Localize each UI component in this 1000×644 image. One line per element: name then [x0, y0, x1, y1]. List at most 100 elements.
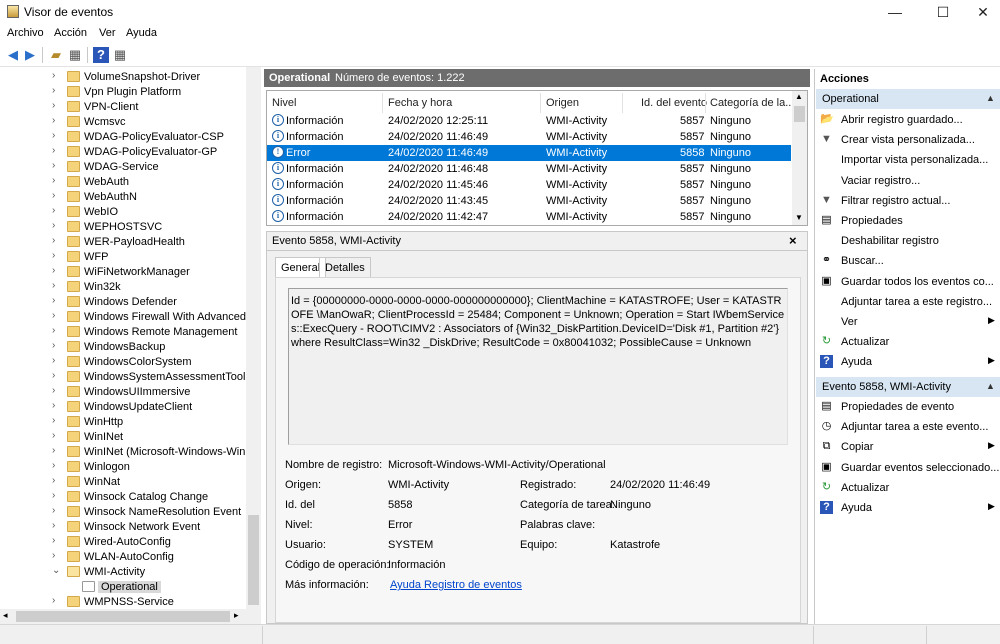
- tree-item-wer-payloadhealth[interactable]: › WER-PayloadHealth: [0, 235, 246, 250]
- collapsed-chevron-icon[interactable]: ›: [52, 475, 55, 486]
- collapsed-chevron-icon[interactable]: ›: [52, 400, 55, 411]
- collapsed-chevron-icon[interactable]: ›: [52, 265, 55, 276]
- actions-section-operational[interactable]: Operational ▲: [816, 89, 1000, 109]
- tree-item-winlogon[interactable]: › Winlogon: [0, 460, 246, 475]
- collapsed-chevron-icon[interactable]: ›: [52, 415, 55, 426]
- action-guardar-eventos-seleccionado[interactable]: ▣ Guardar eventos seleccionado...: [815, 458, 1000, 478]
- event-log-help-link[interactable]: Ayuda Registro de eventos: [390, 579, 522, 591]
- event-row[interactable]: ! Error 24/02/2020 11:46:49 WMI-Activity 585…: [267, 145, 791, 161]
- collapsed-chevron-icon[interactable]: ›: [52, 445, 55, 456]
- tree-item-winsock-catalog-change[interactable]: › Winsock Catalog Change: [0, 490, 246, 505]
- collapsed-chevron-icon[interactable]: ›: [52, 385, 55, 396]
- tree-item-wired-autoconfig[interactable]: › Wired-AutoConfig: [0, 535, 246, 550]
- action-copiar[interactable]: ⧉ Copiar ▶: [815, 437, 1000, 457]
- tree-item-wlan-autoconfig[interactable]: › WLAN-AutoConfig: [0, 550, 246, 565]
- tree-item-windowsuiimmersive[interactable]: › WindowsUIImmersive: [0, 385, 246, 400]
- event-row[interactable]: i Información 24/02/2020 11:43:45 WMI-Activ…: [267, 193, 791, 209]
- minimize-button[interactable]: —: [872, 0, 918, 24]
- tree-item-wcmsvc[interactable]: › Wcmsvc: [0, 115, 246, 130]
- collapsed-chevron-icon[interactable]: ›: [52, 535, 55, 546]
- menu-accion[interactable]: Acción: [54, 27, 87, 39]
- tree-item-vpn-plugin-platform[interactable]: › Vpn Plugin Platform: [0, 85, 246, 100]
- tree-item-windowssystemassessmenttool[interactable]: › WindowsSystemAssessmentTool: [0, 370, 246, 385]
- collapsed-chevron-icon[interactable]: ›: [52, 310, 55, 321]
- action-guardar-todos-los-eventos-co[interactable]: ▣ Guardar todos los eventos co...: [815, 272, 1000, 292]
- collapsed-chevron-icon[interactable]: ›: [52, 145, 55, 156]
- collapsed-chevron-icon[interactable]: ›: [52, 115, 55, 126]
- collapsed-chevron-icon[interactable]: ›: [52, 205, 55, 216]
- tree-item-volumesnapshot-driver[interactable]: › VolumeSnapshot-Driver: [0, 70, 246, 85]
- collapsed-chevron-icon[interactable]: ›: [52, 130, 55, 141]
- tree-item-operational[interactable]: Operational: [0, 580, 246, 595]
- show-actions-pane-icon[interactable]: ▦: [112, 47, 128, 63]
- action-ayuda[interactable]: ? Ayuda ▶: [815, 352, 1000, 372]
- collapsed-chevron-icon[interactable]: ›: [52, 460, 55, 471]
- collapsed-chevron-icon[interactable]: ›: [52, 295, 55, 306]
- collapsed-chevron-icon[interactable]: ›: [52, 100, 55, 111]
- collapsed-chevron-icon[interactable]: ›: [52, 250, 55, 261]
- column-divider[interactable]: [540, 93, 541, 113]
- action-importar-vista-personalizada[interactable]: Importar vista personalizada...: [815, 150, 1000, 170]
- tree-item-wdag-policyevaluator-gp[interactable]: › WDAG-PolicyEvaluator-GP: [0, 145, 246, 160]
- action-filtrar-registro-actual[interactable]: ▼ Filtrar registro actual...: [815, 191, 1000, 211]
- tree-item-win32k[interactable]: › Win32k: [0, 280, 246, 295]
- event-row[interactable]: i Información 24/02/2020 12:25:11 WMI-Activ…: [267, 113, 791, 129]
- action-actualizar[interactable]: ↻ Actualizar: [815, 478, 1000, 498]
- tree-item-windows-defender[interactable]: › Windows Defender: [0, 295, 246, 310]
- expanded-chevron-icon[interactable]: ⌄: [52, 565, 60, 576]
- tree-item-windows-firewall-with-advanced-se[interactable]: › Windows Firewall With Advanced Se: [0, 310, 246, 325]
- tree-vertical-scrollbar[interactable]: [246, 67, 261, 609]
- up-folder-icon[interactable]: ▰: [48, 47, 64, 63]
- action-ver[interactable]: Ver ▶: [815, 312, 1000, 332]
- action-adjuntar-tarea-a-este-registro[interactable]: Adjuntar tarea a este registro...: [815, 292, 1000, 312]
- column-divider[interactable]: [705, 93, 706, 113]
- menu-archivo[interactable]: Archivo: [7, 27, 44, 39]
- column-divider[interactable]: [382, 93, 383, 113]
- collapsed-chevron-icon[interactable]: ›: [52, 190, 55, 201]
- actions-section-event[interactable]: Evento 5858, WMI-Activity ▲: [816, 377, 1000, 397]
- scroll-down-arrow-icon[interactable]: ▼: [795, 213, 803, 222]
- event-list-scroll-thumb[interactable]: [794, 106, 805, 122]
- event-row[interactable]: i Información 24/02/2020 11:42:47 WMI-Activ…: [267, 209, 791, 225]
- action-abrir-registro-guardado[interactable]: 📂 Abrir registro guardado...: [815, 110, 1000, 130]
- tree-scroll-thumb[interactable]: [248, 515, 259, 605]
- tree-item-wininet[interactable]: › WinINet: [0, 430, 246, 445]
- collapsed-chevron-icon[interactable]: ›: [52, 325, 55, 336]
- tree-item-webauthn[interactable]: › WebAuthN: [0, 190, 246, 205]
- tree-item-windowsupdateclient[interactable]: › WindowsUpdateClient: [0, 400, 246, 415]
- help-icon[interactable]: ?: [93, 47, 109, 63]
- event-list-scrollbar[interactable]: ▲ ▼: [792, 91, 807, 225]
- scroll-up-arrow-icon[interactable]: ▲: [795, 92, 803, 101]
- collapsed-chevron-icon[interactable]: ›: [52, 505, 55, 516]
- action-ayuda[interactable]: ? Ayuda ▶: [815, 498, 1000, 518]
- action-propiedades[interactable]: ▤ Propiedades: [815, 211, 1000, 231]
- scroll-right-arrow-icon[interactable]: ▸: [234, 610, 239, 621]
- tree-item-winnat[interactable]: › WinNat: [0, 475, 246, 490]
- collapsed-chevron-icon[interactable]: ›: [52, 370, 55, 381]
- event-message-box[interactable]: Id = {00000000-0000-0000-0000-0000000000…: [288, 288, 788, 445]
- show-hide-tree-icon[interactable]: ▦: [67, 47, 83, 63]
- tree-item-wifinetworkmanager[interactable]: › WiFiNetworkManager: [0, 265, 246, 280]
- collapsed-chevron-icon[interactable]: ›: [52, 235, 55, 246]
- collapse-up-icon[interactable]: ▲: [986, 381, 995, 391]
- tree-item-windowsbackup[interactable]: › WindowsBackup: [0, 340, 246, 355]
- tree-item-wdag-policyevaluator-csp[interactable]: › WDAG-PolicyEvaluator-CSP: [0, 130, 246, 145]
- action-vaciar-registro[interactable]: Vaciar registro...: [815, 171, 1000, 191]
- tree-hscroll-thumb[interactable]: [16, 611, 230, 622]
- collapsed-chevron-icon[interactable]: ›: [52, 550, 55, 561]
- action-propiedades-de-evento[interactable]: ▤ Propiedades de evento: [815, 397, 1000, 417]
- collapsed-chevron-icon[interactable]: ›: [52, 160, 55, 171]
- collapsed-chevron-icon[interactable]: ›: [52, 430, 55, 441]
- collapse-up-icon[interactable]: ▲: [986, 93, 995, 103]
- action-buscar[interactable]: ⚭ Buscar...: [815, 251, 1000, 271]
- collapsed-chevron-icon[interactable]: ›: [52, 340, 55, 351]
- tree-horizontal-scrollbar[interactable]: ◂ ▸: [0, 609, 261, 624]
- tab-detalles[interactable]: Detalles: [319, 257, 371, 278]
- forward-icon[interactable]: ▶: [22, 47, 38, 63]
- tree-item-wininet-microsoft-windows-winin[interactable]: › WinINet (Microsoft-Windows-WinIN: [0, 445, 246, 460]
- close-button[interactable]: ✕: [960, 0, 1000, 24]
- tree-item-windowscolorsystem[interactable]: › WindowsColorSystem: [0, 355, 246, 370]
- column-header-date[interactable]: Fecha y hora: [388, 97, 452, 109]
- collapsed-chevron-icon[interactable]: ›: [52, 520, 55, 531]
- column-header-category[interactable]: Categoría de la...: [710, 97, 794, 109]
